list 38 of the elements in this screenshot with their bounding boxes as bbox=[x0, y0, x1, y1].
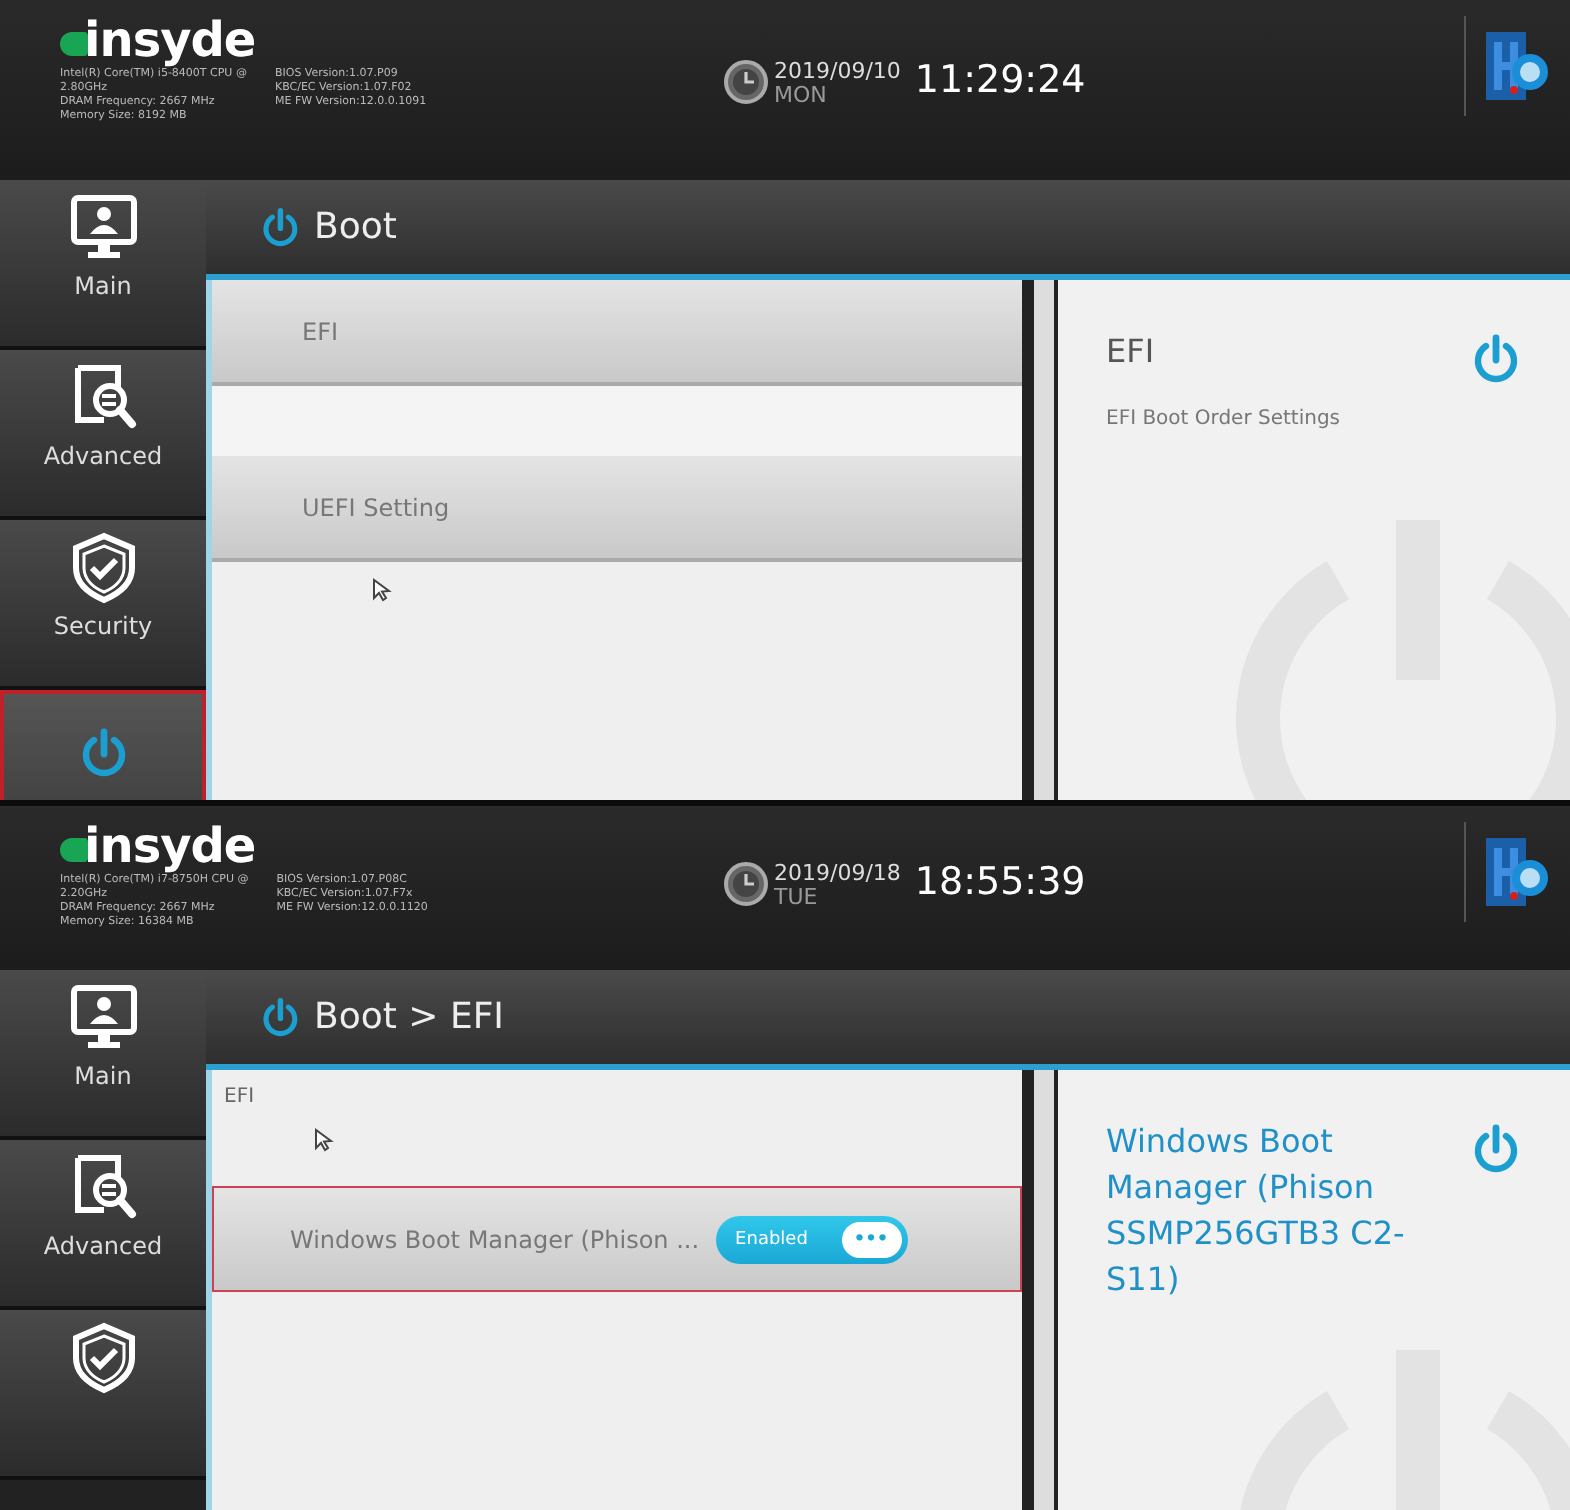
sidebar-tab[interactable]: Main bbox=[0, 970, 206, 1140]
power-icon bbox=[258, 205, 302, 249]
shield-check-icon bbox=[67, 1322, 139, 1394]
boot-option-label: Windows Boot Manager (Phison ... bbox=[290, 1225, 700, 1253]
section-label: EFI bbox=[224, 1086, 255, 1108]
clock-time: 11:29:24 bbox=[914, 60, 1086, 100]
pointer-icon bbox=[372, 578, 392, 602]
monitor-user-icon bbox=[67, 192, 139, 264]
shield-check-icon bbox=[67, 532, 139, 604]
scroll-bar[interactable] bbox=[1022, 280, 1058, 800]
sidebar-tab[interactable]: Advanced bbox=[0, 350, 206, 520]
toggle-state-text: Enabled bbox=[735, 1229, 808, 1249]
scroll-bar[interactable] bbox=[1022, 1070, 1058, 1510]
help-description: EFI Boot Order Settings bbox=[1106, 408, 1343, 430]
weekday-text: TUE bbox=[774, 886, 820, 910]
breadcrumb-title: Boot > EFI bbox=[314, 996, 504, 1038]
logo-mark-icon bbox=[60, 838, 88, 862]
sidebar-tab[interactable]: Security bbox=[0, 520, 206, 690]
monitor-user-icon bbox=[67, 982, 139, 1054]
brand-logo: insyde bbox=[84, 16, 256, 64]
clock-time: 18:55:39 bbox=[914, 862, 1086, 902]
sidebar-tab[interactable]: Main bbox=[0, 180, 206, 350]
sidebar-tab[interactable]: Advanced bbox=[0, 1140, 206, 1310]
help-title: EFI bbox=[1106, 330, 1155, 374]
date-text: 2019/09/10 bbox=[774, 60, 901, 84]
power-icon bbox=[258, 995, 302, 1039]
help-title: Windows Boot Manager (Phison SSMP256GTB3 C2-S11) bbox=[1106, 1120, 1407, 1302]
bios-logo-icon bbox=[1482, 26, 1550, 106]
clock-icon bbox=[724, 60, 768, 104]
logo-mark-icon bbox=[60, 32, 88, 56]
clock-icon bbox=[724, 862, 768, 906]
weekday-text: MON bbox=[774, 84, 829, 108]
breadcrumb-title: Boot bbox=[314, 206, 397, 248]
date-text: 2019/09/18 bbox=[774, 862, 901, 886]
sidebar-tab[interactable] bbox=[0, 1310, 206, 1480]
brand-logo: insyde bbox=[84, 822, 256, 870]
bios-logo-icon bbox=[1482, 832, 1550, 912]
pointer-icon bbox=[314, 1128, 334, 1152]
